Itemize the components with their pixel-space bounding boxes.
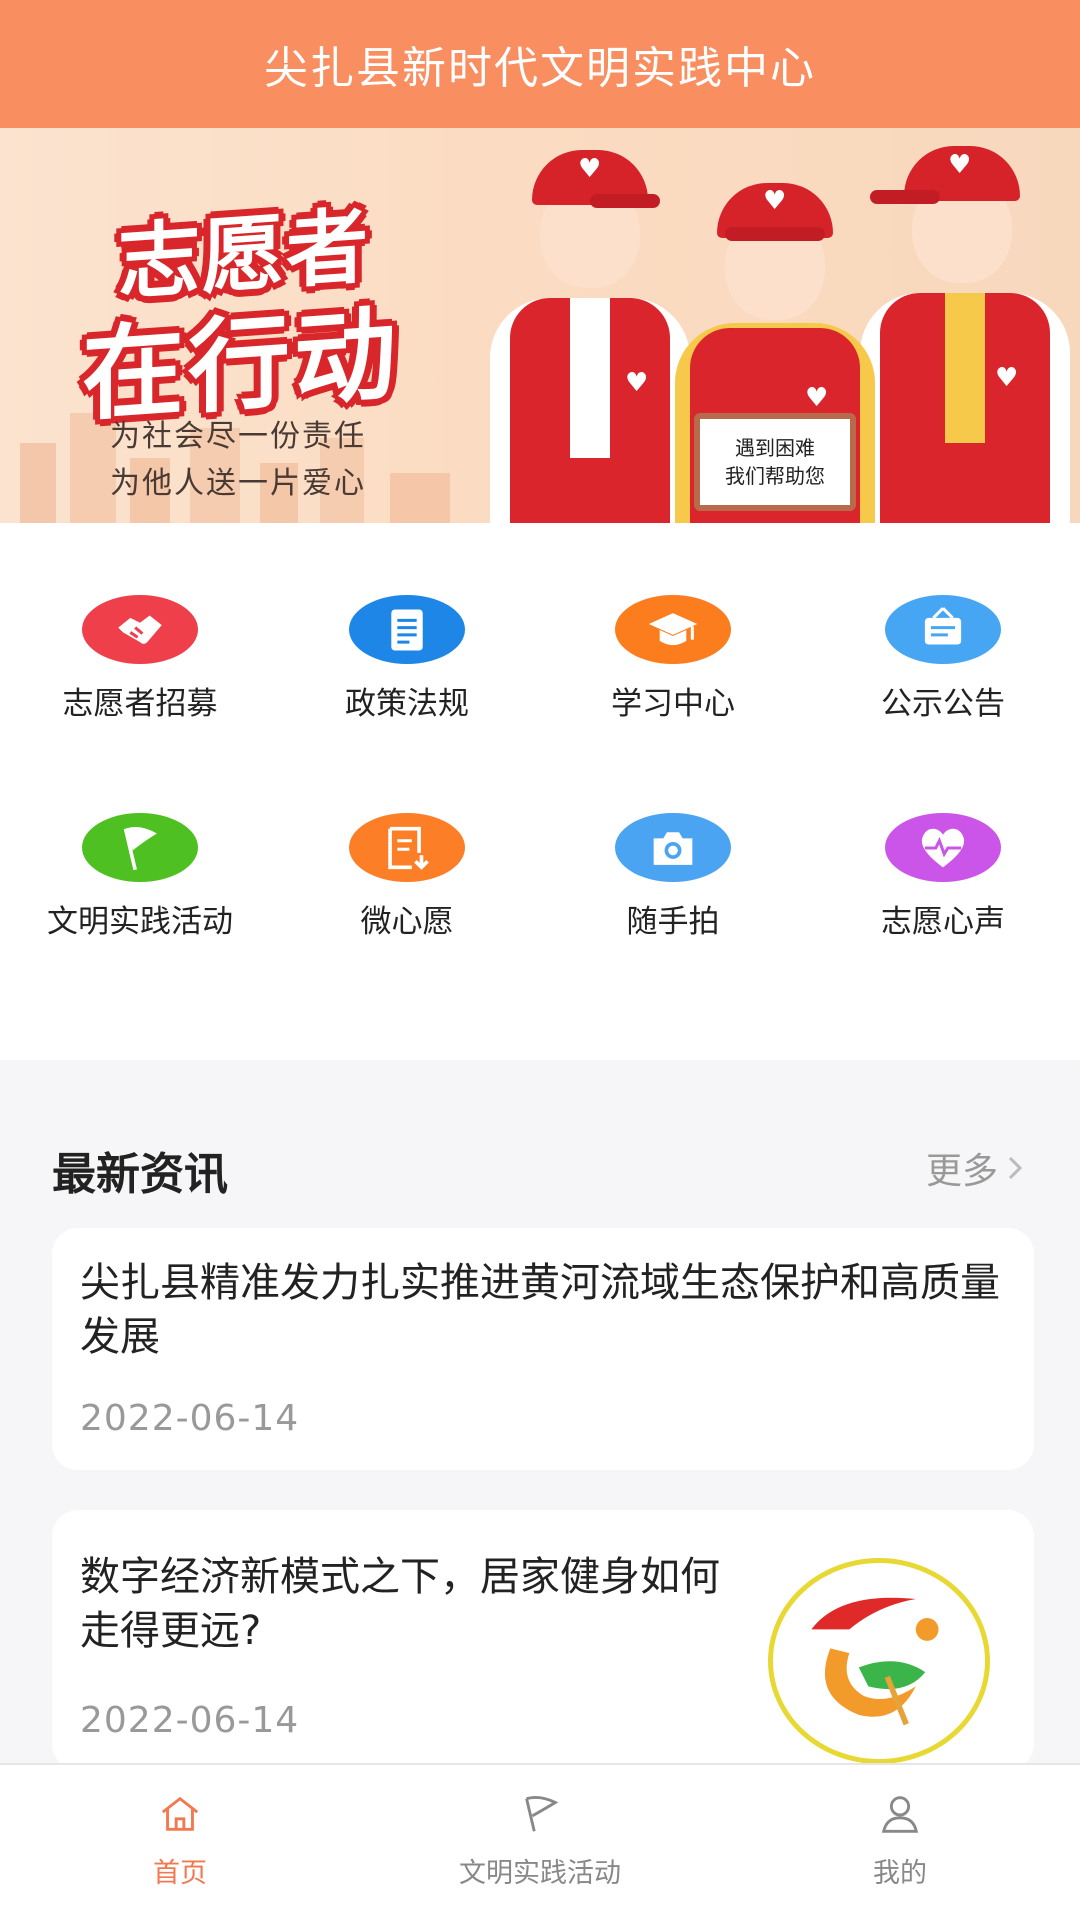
handshake-icon — [82, 595, 198, 664]
camera-icon — [615, 813, 731, 882]
tab-activities[interactable]: 文明实践活动 — [360, 1765, 720, 1922]
help-sign: 遇到困难 我们帮助您 — [694, 413, 856, 511]
menu-label: 政策法规 — [345, 686, 469, 722]
page-title: 尖扎县新时代文明实践中心 — [264, 43, 816, 94]
menu-micro-wish[interactable]: 微心愿 — [272, 741, 542, 941]
app-header: 尖扎县新时代文明实践中心 — [0, 0, 1080, 128]
tab-home[interactable]: 首页 — [0, 1765, 360, 1922]
flag-icon — [525, 1795, 559, 1832]
graduation-cap-icon — [615, 595, 731, 664]
tab-label: 首页 — [153, 1858, 207, 1889]
menu-label: 学习中心 — [611, 686, 735, 722]
menu-policy[interactable]: 政策法规 — [272, 523, 542, 723]
home-icon — [161, 1796, 199, 1831]
sign-line-1: 遇到困难 — [735, 436, 815, 460]
user-icon — [881, 1796, 919, 1833]
menu-volunteer-recruit[interactable]: 志愿者招募 — [5, 523, 275, 723]
news-card[interactable]: 尖扎县精准发力扎实推进黄河流域生态保护和高质量发展 2022-06-14 — [52, 1228, 1034, 1470]
menu-label: 微心愿 — [360, 904, 454, 940]
news-title: 数字经济新模式之下，居家健身如何走得更远? — [80, 1554, 720, 1654]
menu-label: 志愿者招募 — [62, 686, 218, 722]
news-date: 2022-06-14 — [80, 1398, 300, 1439]
sign-line-2: 我们帮助您 — [725, 464, 825, 488]
banner-slogan-2: 为他人送一片爱心 — [110, 466, 366, 501]
feature-grid: 志愿者招募 政策法规 学习中心 公示公告 文明实践活动 微心愿 随手拍 志愿心声 — [0, 523, 1080, 1060]
menu-volunteer-voice[interactable]: 志愿心声 — [808, 741, 1078, 941]
menu-notice[interactable]: 公示公告 — [808, 523, 1078, 723]
tab-label: 文明实践活动 — [459, 1858, 621, 1889]
news-thumbnail — [768, 1558, 990, 1764]
news-card[interactable]: 数字经济新模式之下，居家健身如何走得更远? 2022-06-14 — [52, 1510, 1034, 1770]
menu-label: 志愿心声 — [881, 904, 1005, 940]
news-more-link[interactable]: 更多 — [926, 1142, 1028, 1194]
more-label: 更多 — [925, 1151, 998, 1192]
document-icon — [349, 595, 465, 664]
news-title: 尖扎县精准发力扎实推进黄河流域生态保护和高质量发展 — [80, 1260, 1000, 1360]
wish-list-icon — [349, 813, 465, 882]
menu-label: 公示公告 — [881, 686, 1005, 722]
tab-label: 我的 — [873, 1858, 927, 1889]
menu-label: 随手拍 — [626, 904, 720, 940]
news-date: 2022-06-14 — [80, 1700, 300, 1741]
chevron-right-icon — [1008, 1156, 1023, 1180]
heartbeat-icon — [885, 813, 1001, 882]
bottom-tab-bar: 首页 文明实践活动 我的 — [0, 1763, 1080, 1922]
flag-icon — [82, 813, 198, 882]
banner[interactable]: 志愿者 在行动 为社会尽一份责任 为他人送一片爱心 ♥ ♥ ♥ ♥ ♥ ♥ 遇到… — [0, 128, 1080, 523]
notice-board-icon — [885, 595, 1001, 664]
banner-slogan-1: 为社会尽一份责任 — [110, 419, 366, 454]
menu-civilization-activity[interactable]: 文明实践活动 — [5, 741, 275, 941]
menu-snapshot[interactable]: 随手拍 — [538, 741, 808, 941]
menu-label: 文明实践活动 — [47, 904, 233, 940]
menu-learning[interactable]: 学习中心 — [538, 523, 808, 723]
news-heading: 最新资讯 — [52, 1149, 228, 1200]
tab-mine[interactable]: 我的 — [720, 1765, 1080, 1922]
